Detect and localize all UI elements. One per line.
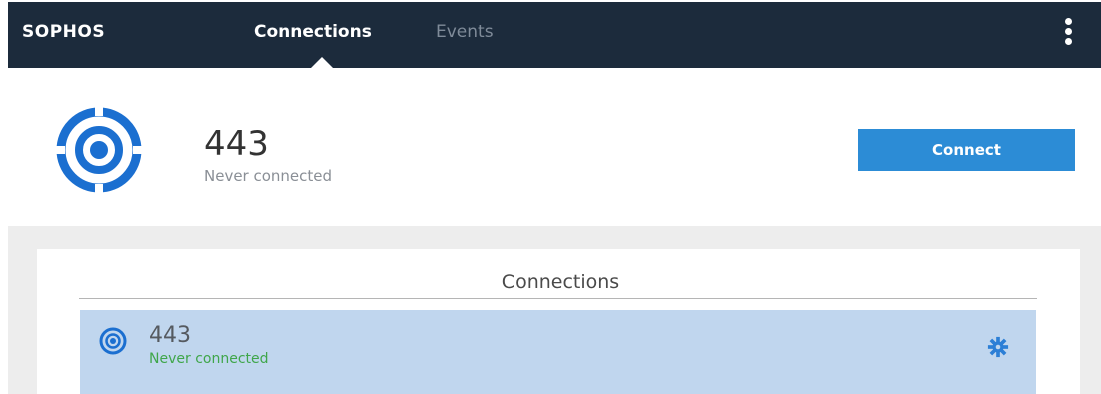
connection-target-icon bbox=[53, 104, 145, 196]
divider bbox=[79, 298, 1037, 299]
top-navigation-bar: SOPHOS Connections Events bbox=[8, 2, 1101, 68]
connection-status: Never connected bbox=[204, 167, 333, 185]
connection-item-status: Never connected bbox=[149, 351, 269, 367]
sophos-connect-window: SOPHOS Connections Events 443 Never conn… bbox=[0, 0, 1101, 394]
connection-title: 443 bbox=[204, 124, 269, 164]
connection-name: 443 bbox=[149, 323, 191, 348]
sophos-logo: SOPHOS bbox=[22, 22, 106, 42]
connection-target-icon bbox=[99, 327, 127, 355]
kebab-menu-icon[interactable] bbox=[1060, 18, 1076, 52]
gear-icon[interactable] bbox=[987, 336, 1009, 358]
active-tab-indicator bbox=[311, 57, 333, 68]
connections-panel-title: Connections bbox=[501, 271, 620, 293]
tab-connections[interactable]: Connections bbox=[254, 22, 372, 42]
connection-list-item[interactable]: 443 Never connected bbox=[80, 310, 1036, 394]
tab-events[interactable]: Events bbox=[436, 22, 494, 42]
connect-button[interactable]: Connect bbox=[858, 129, 1075, 171]
